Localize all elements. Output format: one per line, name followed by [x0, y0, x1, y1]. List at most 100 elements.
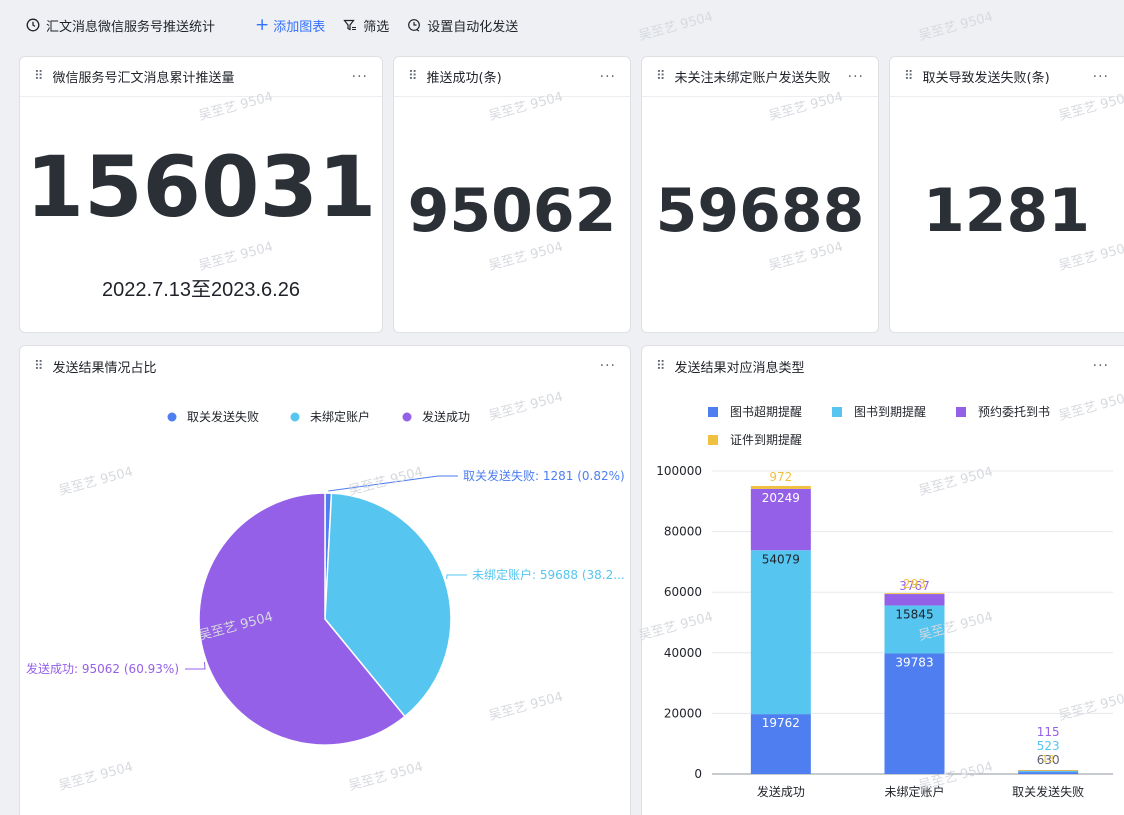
pie-leader-line — [446, 574, 467, 580]
more-options-icon[interactable]: ··· — [848, 69, 864, 85]
bar-data-label: 293 — [903, 577, 926, 591]
y-tick-label: 20000 — [664, 706, 702, 720]
bar-legend: 图书超期提醒 图书到期提醒 预约委托到书证件到期提醒 — [708, 404, 1050, 447]
card-success: ⠿ 推送成功(条) ··· 95062 — [393, 56, 631, 333]
auto-send-label: 设置自动化发送 — [427, 19, 519, 35]
dashboard-title[interactable]: 汇文消息微信服务号推送统计 — [26, 16, 215, 35]
card-unfollow: ⠿ 取关导致发送失败(条) ··· 1281 — [889, 56, 1124, 333]
bar-segment[interactable] — [884, 594, 945, 606]
stacked-bar-chart: 图书超期提醒 图书到期提醒 预约委托到书证件到期提醒 0 20000 40000 6000… — [656, 404, 1113, 799]
card-header: ⠿ 取关导致发送失败(条) ··· — [890, 57, 1124, 97]
date-range: 2022.7.13至2023.6.26 — [102, 279, 300, 301]
y-tick-label: 60000 — [664, 585, 702, 599]
pie-legend-label[interactable]: 未绑定账户 — [310, 409, 370, 424]
bar-marks: 197625407920249972发送成功39783158453767293未… — [750, 470, 1084, 799]
bar-legend-marker — [956, 407, 966, 417]
bar-legend-label[interactable]: 证件到期提醒 — [730, 432, 802, 447]
timer-icon — [407, 18, 421, 32]
card-header: ⠿ 发送结果情况占比 ··· — [20, 346, 630, 386]
bar-legend-label[interactable]: 图书超期提醒 — [730, 404, 802, 419]
pie-legend-label[interactable]: 发送成功 — [422, 409, 470, 424]
bar-legend-label[interactable]: 预约委托到书 — [978, 404, 1050, 419]
filter-icon — [343, 18, 357, 32]
unfollow-value: 1281 — [923, 176, 1090, 246]
card-stack: ⠿ 发送结果对应消息类型 ··· 图书超期提醒 图书到期提醒 预约委托到书证件到期提… — [641, 345, 1124, 815]
pie-leader-line — [185, 662, 206, 670]
pie-slice-label: 取关发送失败: 1281 (0.82%) — [463, 468, 625, 483]
plus-icon: + — [255, 14, 270, 35]
bar-legend-marker — [708, 435, 718, 445]
add-chart-label: 添加图表 — [273, 19, 326, 35]
card-title: 推送成功(条) — [426, 71, 502, 86]
pie-slice-label: 发送成功: 95062 (60.93%) — [26, 661, 179, 676]
card-title: 发送结果情况占比 — [52, 360, 157, 376]
bar-segment[interactable] — [750, 485, 811, 489]
x-tick-label: 取关发送失败 — [1012, 784, 1084, 799]
drag-handle-icon[interactable]: ⠿ — [408, 69, 417, 84]
filter-label: 筛选 — [363, 19, 390, 35]
bar-data-label: 523 — [1037, 739, 1060, 753]
card-unbound: ⠿ 未关注未绑定账户发送失败 ··· 59688 — [641, 56, 879, 333]
card-title: 取关导致发送失败(条) — [922, 71, 1050, 86]
pie-legend-label[interactable]: 取关发送失败 — [187, 409, 259, 424]
drag-handle-icon[interactable]: ⠿ — [656, 359, 665, 374]
bar-segment[interactable] — [884, 653, 945, 774]
bar-data-label: 39783 — [895, 655, 933, 669]
clock-icon — [26, 18, 40, 32]
more-options-icon[interactable]: ··· — [600, 358, 616, 374]
bar-segment[interactable] — [750, 550, 811, 715]
bar-data-label: 20249 — [762, 491, 800, 505]
card-header: ⠿ 微信服务号汇文消息累计推送量 ··· — [20, 57, 382, 97]
pie-slice-label: 未绑定账户: 59688 (38.2... — [472, 567, 625, 582]
bar-segment[interactable] — [1018, 772, 1079, 774]
card-title: 未关注未绑定账户发送失败 — [674, 71, 831, 86]
bar-segment[interactable] — [1018, 770, 1079, 771]
drag-handle-icon[interactable]: ⠿ — [34, 359, 43, 374]
pie-legend-marker — [290, 412, 300, 422]
bar-segment[interactable] — [884, 593, 945, 595]
success-value: 95062 — [407, 176, 617, 246]
card-header: ⠿ 推送成功(条) ··· — [394, 57, 630, 97]
bar-legend-label[interactable]: 图书到期提醒 — [854, 404, 926, 419]
auto-send-button[interactable]: 设置自动化发送 — [407, 16, 518, 35]
more-options-icon[interactable]: ··· — [1093, 69, 1109, 85]
card-pie: ⠿ 发送结果情况占比 ··· 取关发送失败 未绑定账户 发送成功 取关发送失败: 1… — [19, 345, 631, 815]
y-tick-label: 80000 — [664, 525, 702, 539]
drag-handle-icon[interactable]: ⠿ — [656, 69, 665, 84]
filter-button[interactable]: 筛选 — [343, 16, 389, 35]
bar-data-label: 19762 — [762, 716, 800, 730]
total-value: 156031 — [25, 138, 377, 236]
unbound-value: 59688 — [655, 176, 865, 246]
drag-handle-icon[interactable]: ⠿ — [34, 69, 43, 84]
more-options-icon[interactable]: ··· — [352, 69, 368, 85]
x-tick-label: 未绑定账户 — [884, 784, 944, 799]
bar-data-label: 15845 — [895, 607, 933, 621]
pie-slices — [198, 492, 452, 746]
card-title: 微信服务号汇文消息累计推送量 — [52, 71, 235, 86]
card-header: ⠿ 未关注未绑定账户发送失败 ··· — [642, 57, 878, 97]
drag-handle-icon[interactable]: ⠿ — [904, 69, 913, 84]
bar-data-label: 115 — [1037, 725, 1060, 739]
bar-legend-marker — [708, 407, 718, 417]
y-tick-label: 0 — [694, 767, 702, 781]
card-title: 发送结果对应消息类型 — [674, 360, 805, 376]
y-tick-label: 40000 — [664, 646, 702, 660]
card-header: ⠿ 发送结果对应消息类型 ··· — [642, 346, 1124, 386]
pie-legend-marker — [167, 412, 177, 422]
bar-data-label: 13 — [1042, 754, 1055, 765]
bar-data-label: 972 — [769, 470, 792, 484]
card-total: ⠿ 微信服务号汇文消息累计推送量 ··· 156031 2022.7.13至20… — [19, 56, 383, 333]
pie-leader-line — [328, 475, 458, 492]
y-tick-label: 100000 — [656, 464, 702, 478]
toolbar: 汇文消息微信服务号推送统计 + 添加图表 筛选 设置自动化发送 — [0, 0, 1124, 50]
bar-legend-marker — [832, 407, 842, 417]
pie-chart: 取关发送失败 未绑定账户 发送成功 取关发送失败: 1281 (0.82%) 未绑定账… — [26, 409, 625, 746]
bar-data-label: 54079 — [762, 552, 800, 566]
pie-legend-marker — [402, 412, 412, 422]
add-chart-button[interactable]: + 添加图表 — [255, 16, 325, 35]
more-options-icon[interactable]: ··· — [600, 69, 616, 85]
x-tick-label: 发送成功 — [757, 784, 805, 799]
dashboard-title-label: 汇文消息微信服务号推送统计 — [46, 19, 216, 35]
pie-legend: 取关发送失败 未绑定账户 发送成功 — [167, 409, 470, 424]
more-options-icon[interactable]: ··· — [1093, 358, 1109, 374]
